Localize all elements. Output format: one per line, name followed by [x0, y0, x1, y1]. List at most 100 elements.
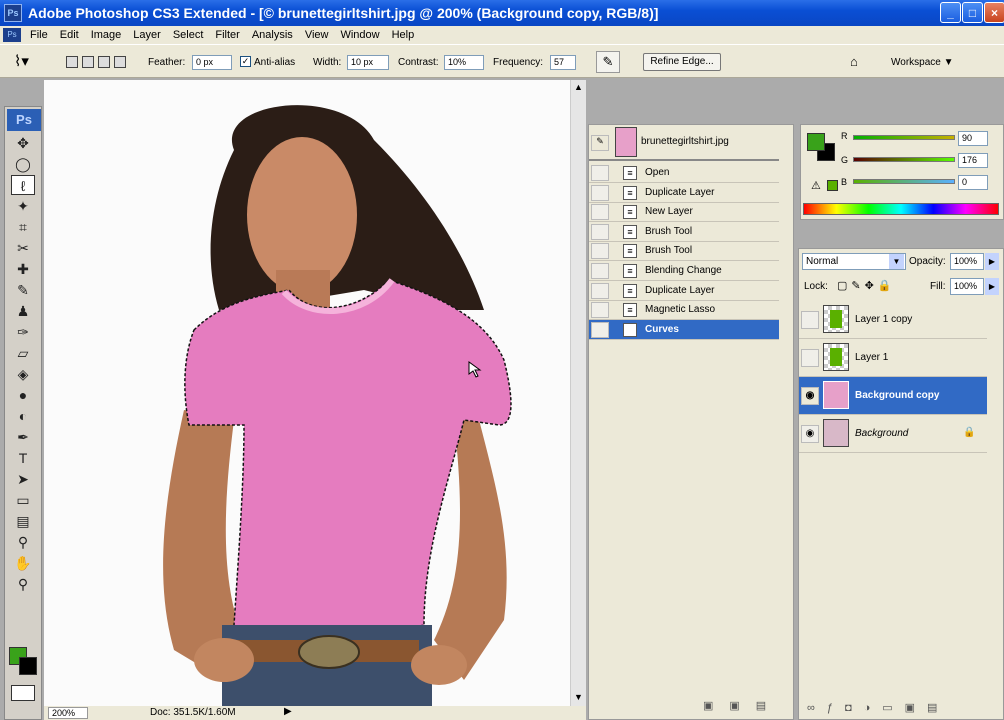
menu-select[interactable]: Select [167, 29, 210, 41]
healing-brush-icon[interactable]: ✚ [11, 259, 35, 279]
b-value[interactable]: 0 [958, 175, 988, 190]
document-icon[interactable]: Ps [3, 28, 21, 42]
zoom-tool-icon[interactable]: ⚲ [11, 574, 35, 594]
history-item[interactable]: ≡ Duplicate Layer [589, 183, 779, 203]
visibility-toggle[interactable] [801, 349, 819, 367]
g-value[interactable]: 176 [958, 153, 988, 168]
hand-tool-icon[interactable]: ✋ [11, 553, 35, 573]
history-item[interactable]: ≡ Blending Change [589, 261, 779, 281]
history-item[interactable]: ≡ Duplicate Layer [589, 281, 779, 301]
history-checkbox[interactable] [591, 282, 609, 299]
history-item[interactable]: ≡ Magnetic Lasso [589, 300, 779, 321]
intersect-selection-icon[interactable] [114, 56, 126, 68]
history-item[interactable]: ≡ Curves [589, 319, 779, 340]
quick-mask-icon[interactable] [11, 685, 35, 701]
move-tool-icon[interactable]: ✥ [11, 133, 35, 153]
lock-icons[interactable]: ▢✎✥🔒 [837, 279, 896, 292]
b-slider[interactable] [853, 179, 955, 184]
history-brush-icon[interactable]: ✑ [11, 322, 35, 342]
menu-view[interactable]: View [299, 29, 335, 41]
gamut-swatch[interactable] [827, 180, 838, 191]
magnetic-lasso-preset-icon[interactable]: ⌇▾ [14, 52, 48, 72]
history-item[interactable]: ≡ Brush Tool [589, 222, 779, 242]
snapshot-brush-icon[interactable]: ✎ [591, 135, 609, 151]
refine-edge-button[interactable]: Refine Edge... [643, 53, 721, 71]
maximize-button[interactable]: □ [962, 2, 983, 23]
status-menu-arrow-icon[interactable]: ▶ [284, 706, 292, 717]
menu-analysis[interactable]: Analysis [246, 29, 299, 41]
scroll-up-icon[interactable]: ▲ [573, 82, 584, 94]
g-slider[interactable] [853, 157, 955, 162]
crop-tool-icon[interactable]: ⌗ [11, 217, 35, 237]
tablet-pressure-icon[interactable]: ✎ [596, 51, 620, 73]
paint-bucket-icon[interactable]: ◈ [11, 364, 35, 384]
history-item[interactable]: ≡ Brush Tool [589, 241, 779, 262]
eraser-tool-icon[interactable]: ▱ [11, 343, 35, 363]
frequency-input[interactable]: 57 [550, 55, 576, 70]
gamut-warning-icon[interactable]: ⚠ [811, 179, 821, 192]
close-button[interactable]: × [984, 2, 1004, 23]
menu-image[interactable]: Image [85, 29, 128, 41]
lasso-tool-icon[interactable]: ℓ [11, 175, 35, 195]
shape-tool-icon[interactable]: ▭ [11, 490, 35, 510]
scroll-down-icon[interactable]: ▼ [573, 692, 584, 704]
history-checkbox[interactable] [591, 204, 609, 221]
subtract-selection-icon[interactable] [98, 56, 110, 68]
feather-input[interactable]: 0 px [192, 55, 232, 70]
history-checkbox[interactable] [591, 223, 609, 240]
history-snapshot[interactable]: ✎ brunettegirltshirt.jpg [589, 125, 779, 161]
pen-tool-icon[interactable]: ✒ [11, 427, 35, 447]
history-checkbox[interactable] [591, 263, 609, 279]
dodge-tool-icon[interactable]: ◐ [11, 406, 35, 426]
menu-edit[interactable]: Edit [54, 29, 85, 41]
layer-row[interactable]: ◉ Background copy [799, 377, 987, 415]
menu-layer[interactable]: Layer [127, 29, 167, 41]
menu-filter[interactable]: Filter [209, 29, 245, 41]
layer-row[interactable]: Layer 1 [799, 339, 987, 377]
color-ramp[interactable] [803, 203, 999, 215]
clone-stamp-icon[interactable]: ♟ [11, 301, 35, 321]
eye-icon[interactable]: ◉ [801, 387, 819, 405]
blend-mode-dropdown-icon[interactable]: ▼ [889, 254, 904, 269]
add-selection-icon[interactable] [82, 56, 94, 68]
workspace-menu[interactable]: Workspace ▼ [891, 57, 954, 68]
new-selection-icon[interactable] [66, 56, 78, 68]
background-color-swatch[interactable] [19, 657, 37, 675]
history-checkbox[interactable] [591, 321, 609, 338]
panel-foreground-swatch[interactable] [807, 133, 825, 151]
history-checkbox[interactable] [591, 243, 609, 260]
fill-arrow-icon[interactable]: ▶ [985, 278, 999, 295]
contrast-input[interactable]: 10% [444, 55, 484, 70]
slice-tool-icon[interactable]: ✂ [11, 238, 35, 258]
history-item[interactable]: ≡ New Layer [589, 202, 779, 223]
menu-help[interactable]: Help [386, 29, 421, 41]
file-browser-icon[interactable]: ⌂ [850, 54, 870, 70]
opacity-input[interactable]: 100% [950, 253, 984, 270]
r-slider[interactable] [853, 135, 955, 140]
layer-row[interactable]: Layer 1 copy [799, 301, 987, 339]
visibility-toggle[interactable] [801, 311, 819, 329]
width-input[interactable]: 10 px [347, 55, 389, 70]
history-checkbox[interactable] [591, 302, 609, 319]
history-item[interactable]: ≡ Open [589, 163, 779, 183]
fill-input[interactable]: 100% [950, 278, 984, 295]
layer-row[interactable]: ◉ Background 🔒 [799, 415, 987, 453]
eye-icon[interactable]: ◉ [801, 425, 819, 443]
path-selection-icon[interactable]: ➤ [11, 469, 35, 489]
zoom-level[interactable]: 200% [48, 707, 88, 719]
doc-size[interactable]: Doc: 351.5K/1.60M [150, 707, 236, 718]
opacity-arrow-icon[interactable]: ▶ [985, 253, 999, 270]
layers-footer-icons[interactable]: ∞ƒ◘◑▭▣▤ [807, 701, 949, 714]
brush-tool-icon[interactable]: ✎ [11, 280, 35, 300]
minimize-button[interactable]: _ [940, 2, 961, 23]
type-tool-icon[interactable]: T [11, 448, 35, 468]
r-value[interactable]: 90 [958, 131, 988, 146]
notes-tool-icon[interactable]: ▤ [11, 511, 35, 531]
blur-tool-icon[interactable]: ● [11, 385, 35, 405]
antialias-checkbox[interactable]: ✓ [240, 56, 251, 67]
menu-window[interactable]: Window [334, 29, 385, 41]
eyedropper-icon[interactable]: ⚲ [11, 532, 35, 552]
magic-wand-icon[interactable]: ✦ [11, 196, 35, 216]
history-footer-icons[interactable]: ▣▣▤ [703, 699, 782, 712]
history-checkbox[interactable] [591, 184, 609, 201]
